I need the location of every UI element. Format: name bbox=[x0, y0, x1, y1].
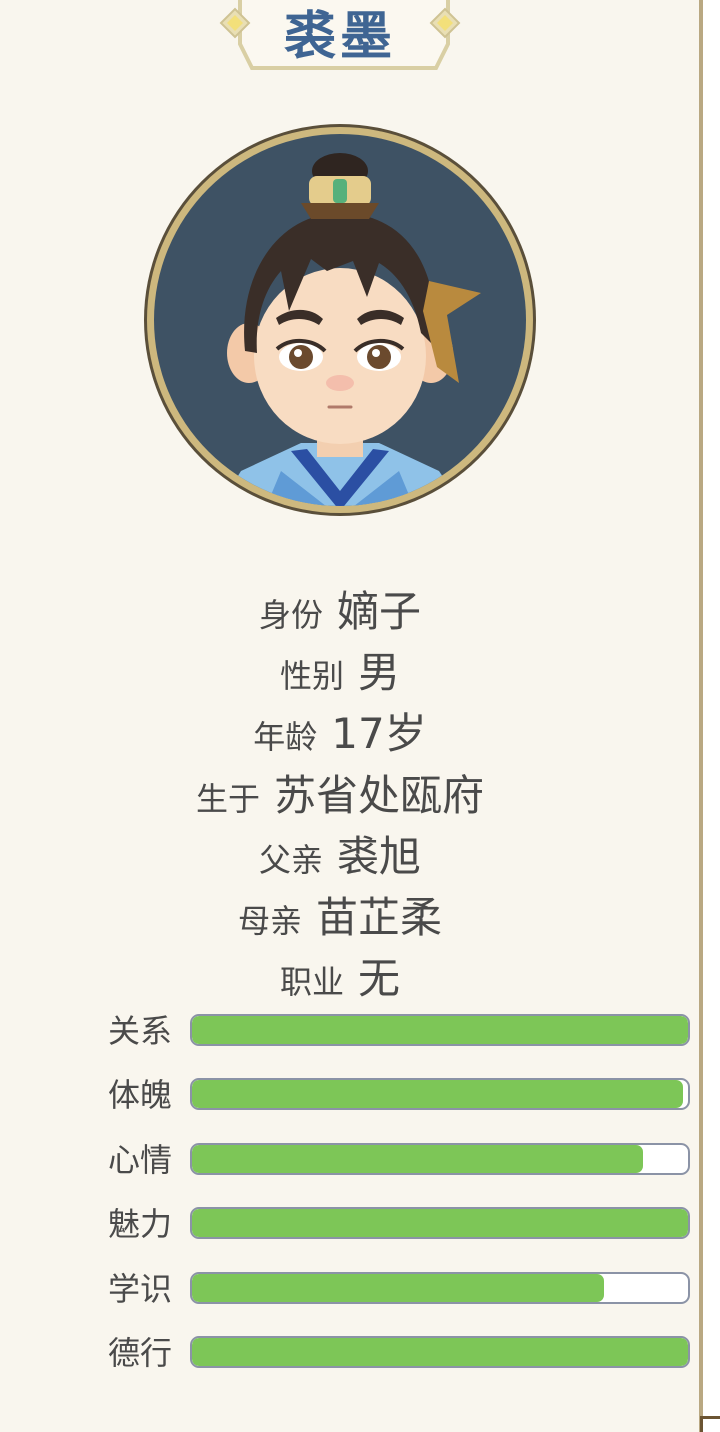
stat-bar-fill bbox=[192, 1016, 688, 1044]
info-row-gender: 性别男 bbox=[0, 639, 680, 700]
stat-bar bbox=[190, 1014, 690, 1046]
info-label: 性别 bbox=[279, 657, 344, 695]
stat-row-charm: 魅力 bbox=[0, 1204, 700, 1244]
stat-bar-fill bbox=[192, 1145, 644, 1173]
stat-label: 心情 bbox=[108, 1141, 173, 1179]
info-label: 父亲 bbox=[258, 841, 323, 879]
info-value: 男 bbox=[358, 648, 401, 697]
info-row-father: 父亲 裘旭 bbox=[0, 823, 680, 884]
stat-label: 魅力 bbox=[108, 1205, 173, 1243]
info-value: 裘旭 bbox=[337, 832, 422, 881]
info-value: 苏省处瓯府 bbox=[274, 771, 485, 820]
stat-row-virtue: 德行 bbox=[0, 1333, 700, 1373]
info-label: 职业 bbox=[279, 963, 344, 1001]
name-plate: 裘墨 bbox=[214, 0, 466, 72]
info-label: 年龄 bbox=[253, 718, 318, 756]
stat-bar bbox=[190, 1336, 690, 1368]
stat-bar bbox=[190, 1272, 690, 1304]
info-value: 无 bbox=[358, 954, 401, 1003]
info-row-occupation: 职业无 bbox=[0, 945, 680, 1006]
stat-bar bbox=[190, 1078, 690, 1110]
stat-label: 德行 bbox=[108, 1334, 173, 1372]
stat-bar bbox=[190, 1207, 690, 1239]
info-row-mother: 母亲 苗芷柔 bbox=[0, 884, 680, 945]
stat-bar-fill bbox=[192, 1209, 688, 1237]
info-label: 身份 bbox=[258, 596, 323, 634]
corner-ornament bbox=[700, 1416, 720, 1432]
info-value: 17岁 bbox=[331, 709, 427, 758]
stat-bar-fill bbox=[192, 1274, 604, 1302]
boy-avatar-icon bbox=[144, 124, 536, 516]
right-frame-outer bbox=[703, 0, 720, 1432]
info-row-birthplace: 生于 苏省处瓯府 bbox=[0, 762, 680, 823]
stat-row-mood: 心情 bbox=[0, 1140, 700, 1180]
stat-row-knowledge: 学识 bbox=[0, 1269, 700, 1309]
stat-row-relationship: 关系 bbox=[0, 1011, 700, 1051]
info-row-age: 年龄 17岁 bbox=[0, 700, 680, 761]
stat-label: 学识 bbox=[108, 1270, 173, 1308]
info-value: 苗芷柔 bbox=[316, 893, 443, 942]
stat-row-physique: 体魄 bbox=[0, 1075, 700, 1115]
stat-bar bbox=[190, 1143, 690, 1175]
stat-label: 体魄 bbox=[108, 1076, 173, 1114]
info-label: 母亲 bbox=[237, 902, 302, 940]
character-portrait[interactable] bbox=[141, 121, 539, 519]
character-name: 裘墨 bbox=[283, 7, 396, 67]
stat-bar-fill bbox=[192, 1338, 688, 1366]
info-value: 嫡子 bbox=[337, 587, 422, 636]
stat-label: 关系 bbox=[108, 1012, 173, 1050]
stat-bar-fill bbox=[192, 1080, 684, 1108]
info-row-identity: 身份 嫡子 bbox=[0, 578, 680, 639]
info-label: 生于 bbox=[195, 780, 260, 818]
